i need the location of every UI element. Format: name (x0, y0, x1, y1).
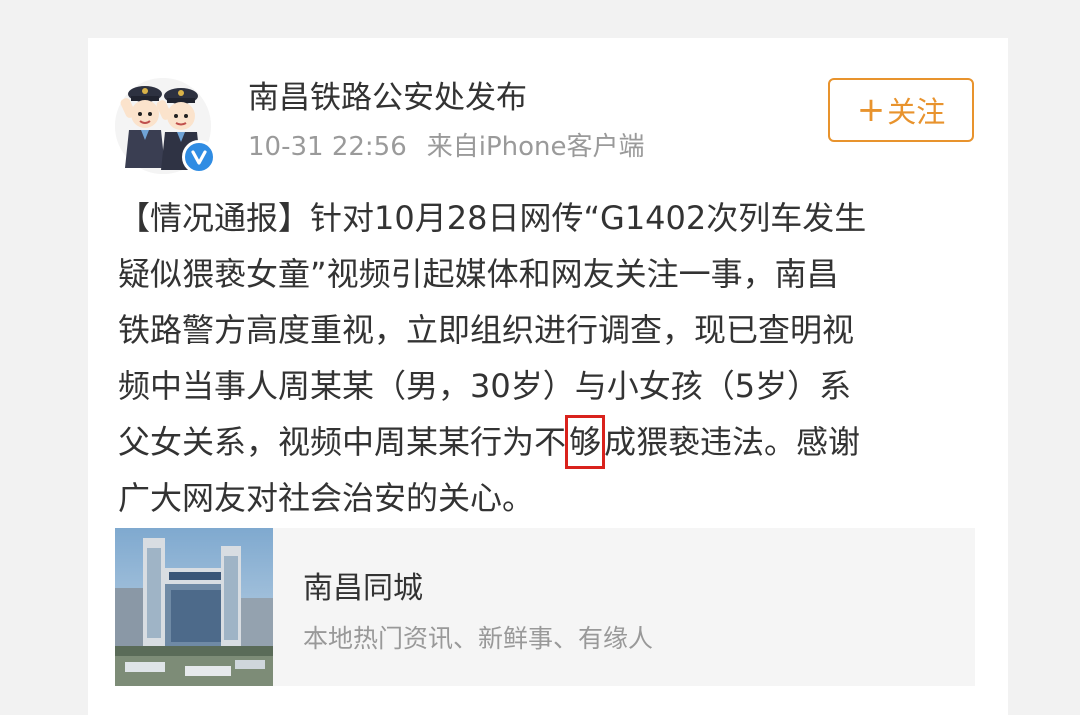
account-username[interactable]: 南昌铁路公安处发布 (248, 76, 527, 120)
post-timestamp: 10-31 22:56 (248, 132, 407, 162)
train-station-photo (115, 528, 273, 686)
highlighted-character: 够 (565, 415, 606, 469)
link-description: 本地热门资讯、新鲜事、有缘人 (303, 624, 654, 653)
verified-v-badge-icon (182, 140, 216, 174)
follow-label: 关注 (887, 95, 946, 129)
link-card[interactable]: 南昌同城 本地热门资讯、新鲜事、有缘人 (115, 528, 975, 686)
post-line: 广大网友对社会治安的关心。 (118, 479, 535, 517)
link-title: 南昌同城 (303, 571, 423, 606)
post-line: 频中当事人周某某（男，30岁）与小女孩（5岁）系 (118, 367, 852, 405)
link-info: 南昌同城 本地热门资讯、新鲜事、有缘人 (273, 528, 653, 686)
post-line: 父女关系，视频中周某某行为不够成猥亵违法。感谢 (118, 414, 978, 470)
post-body: 【情况通报】针对10月28日网传“G1402次列车发生 疑似猥亵女童”视频引起媒… (118, 190, 978, 526)
plus-icon: + (856, 90, 886, 130)
post-line: 铁路警方高度重视，立即组织进行调查，现已查明视 (118, 311, 855, 349)
follow-button[interactable]: + 关注 (828, 78, 974, 142)
post-text-segment: 成猥亵违法。感谢 (604, 423, 861, 461)
post-source: 来自iPhone客户端 (426, 132, 645, 162)
post-line: 疑似猥亵女童”视频引起媒体和网友关注一事，南昌 (118, 255, 839, 293)
post-text-segment: 父女关系，视频中周某某行为不 (118, 423, 567, 461)
post-line: 【情况通报】针对10月28日网传“G1402次列车发生 (118, 199, 867, 237)
post-meta: 10-31 22:56 来自iPhone客户端 (248, 128, 645, 166)
